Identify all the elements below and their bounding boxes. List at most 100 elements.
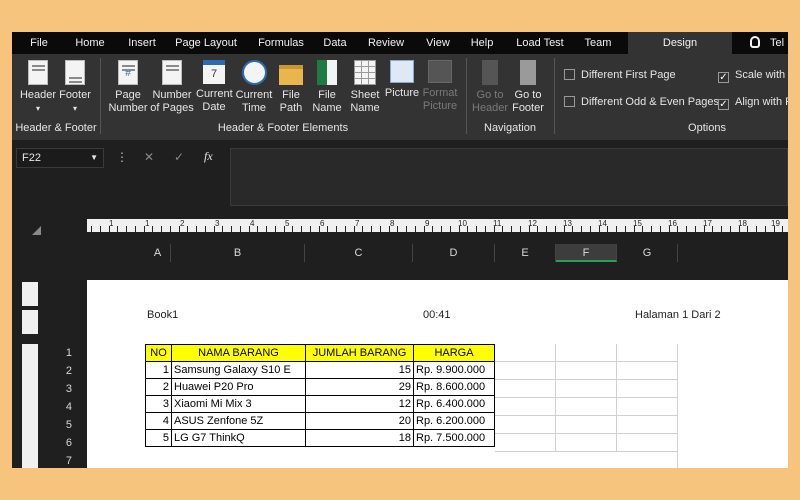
- grid-cell[interactable]: [617, 416, 678, 434]
- align-with-margins-checkbox[interactable]: ✓ Align with P: [718, 96, 788, 110]
- table-cell[interactable]: 3: [145, 395, 172, 413]
- goto-header-button[interactable]: Go to Header: [472, 60, 508, 115]
- footer-button[interactable]: Footer ▾: [58, 60, 92, 115]
- name-box[interactable]: F22 ▼: [16, 148, 104, 168]
- grid-cell[interactable]: [617, 434, 678, 452]
- format-picture-button[interactable]: Format Picture: [420, 60, 460, 113]
- table-cell[interactable]: Rp. 6.200.000: [413, 412, 495, 430]
- table-cell[interactable]: 5: [145, 429, 172, 447]
- table-cell[interactable]: 29: [305, 378, 414, 396]
- grid-cell[interactable]: [556, 434, 617, 452]
- current-date-button[interactable]: 7 Current Date: [196, 60, 233, 114]
- tab-help[interactable]: Help: [468, 32, 496, 54]
- grid-cell[interactable]: [556, 380, 617, 398]
- table-cell[interactable]: 1: [145, 361, 172, 379]
- grid-cell[interactable]: [495, 416, 556, 434]
- column-header-d[interactable]: D: [413, 244, 495, 262]
- table-cell[interactable]: 18: [305, 429, 414, 447]
- tab-page-layout[interactable]: Page Layout: [174, 32, 238, 54]
- grid-row-7[interactable]: [145, 452, 678, 468]
- header-button[interactable]: Header ▾: [18, 60, 58, 115]
- page-layout-sheet[interactable]: Book1 00:41 Halaman 1 Dari 2 NO NAMA BAR…: [87, 280, 788, 468]
- column-header-f[interactable]: F: [556, 244, 617, 262]
- different-odd-even-checkbox[interactable]: Different Odd & Even Pages: [564, 96, 719, 108]
- tab-insert[interactable]: Insert: [124, 32, 160, 54]
- grid-cell[interactable]: [495, 434, 556, 452]
- column-header-g[interactable]: G: [617, 244, 678, 262]
- formula-input[interactable]: [230, 148, 788, 206]
- tab-team[interactable]: Team: [582, 32, 614, 54]
- grid-cell[interactable]: [556, 416, 617, 434]
- table-cell[interactable]: 4: [145, 412, 172, 430]
- tab-formulas[interactable]: Formulas: [255, 32, 307, 54]
- column-header-a[interactable]: A: [145, 244, 171, 262]
- table-cell[interactable]: Rp. 8.600.000: [413, 378, 495, 396]
- grid-cell[interactable]: [556, 362, 617, 380]
- table-cell[interactable]: 2: [145, 378, 172, 396]
- row-header[interactable]: 5: [50, 416, 72, 434]
- table-cell[interactable]: Rp. 6.400.000: [413, 395, 495, 413]
- column-header-c[interactable]: C: [305, 244, 413, 262]
- grid-cell[interactable]: [556, 398, 617, 416]
- current-time-button[interactable]: Current Time: [234, 60, 274, 115]
- table-cell[interactable]: Rp. 7.500.000: [413, 429, 495, 447]
- page-header-left[interactable]: Book1: [147, 309, 178, 321]
- picture-button[interactable]: Picture: [384, 60, 420, 100]
- tab-load-test[interactable]: Load Test: [512, 32, 568, 54]
- sheet-name-button[interactable]: Sheet Name: [348, 60, 382, 115]
- table-header-cell[interactable]: HARGA: [413, 344, 495, 362]
- grid-cell[interactable]: [617, 344, 678, 362]
- table-cell[interactable]: Huawei P20 Pro: [171, 378, 306, 396]
- table-cell[interactable]: Rp. 9.900.000: [413, 361, 495, 379]
- file-path-button[interactable]: File Path: [276, 60, 306, 115]
- grid-cell[interactable]: [617, 380, 678, 398]
- page-header-center[interactable]: 00:41: [423, 309, 451, 321]
- row-header[interactable]: 4: [50, 398, 72, 416]
- tab-review[interactable]: Review: [366, 32, 406, 54]
- row-header[interactable]: 1: [50, 344, 72, 362]
- table-cell[interactable]: ASUS Zenfone 5Z: [171, 412, 306, 430]
- table-cell[interactable]: LG G7 ThinkQ: [171, 429, 306, 447]
- grid-cell[interactable]: [495, 380, 556, 398]
- grid-cell[interactable]: [556, 344, 617, 362]
- column-header-e[interactable]: E: [495, 244, 556, 262]
- tell-me-search[interactable]: Tel: [770, 32, 788, 54]
- tab-file[interactable]: File: [24, 32, 54, 54]
- select-all-corner[interactable]: [32, 226, 41, 235]
- grid-cell[interactable]: [617, 362, 678, 380]
- file-name-button[interactable]: File Name: [310, 60, 344, 115]
- table-cell[interactable]: 12: [305, 395, 414, 413]
- number-of-pages-button[interactable]: Number of Pages: [150, 60, 194, 115]
- table-header-cell[interactable]: NO: [145, 344, 172, 362]
- row-header[interactable]: 7: [50, 452, 72, 468]
- insert-function-icon[interactable]: fx: [204, 149, 213, 164]
- horizontal-ruler[interactable]: 1 1 2 3 4 5 6 7 8 9 10 11 12 13 14 15 16…: [87, 219, 788, 232]
- grid-cell[interactable]: [495, 398, 556, 416]
- goto-footer-button[interactable]: Go to Footer: [510, 60, 546, 115]
- row-header[interactable]: 3: [50, 380, 72, 398]
- table-cell[interactable]: 20: [305, 412, 414, 430]
- page-number-button[interactable]: # Page Number: [108, 60, 148, 115]
- row-header[interactable]: 2: [50, 362, 72, 380]
- cancel-icon[interactable]: ✕: [144, 150, 154, 164]
- grid-cell[interactable]: [495, 362, 556, 380]
- grid-cell[interactable]: [495, 344, 556, 362]
- enter-icon[interactable]: ✓: [174, 150, 184, 164]
- different-first-page-checkbox[interactable]: Different First Page: [564, 69, 676, 81]
- table-cell[interactable]: Xiaomi Mi Mix 3: [171, 395, 306, 413]
- tab-design[interactable]: Design: [628, 32, 732, 54]
- scale-with-document-checkbox[interactable]: ✓ Scale with D: [718, 69, 788, 83]
- more-options-icon[interactable]: ⋮: [116, 150, 128, 164]
- grid-cell[interactable]: [617, 398, 678, 416]
- tab-view[interactable]: View: [423, 32, 453, 54]
- column-header-b[interactable]: B: [171, 244, 305, 262]
- page-header-right[interactable]: Halaman 1 Dari 2: [635, 309, 721, 321]
- table-cell[interactable]: Samsung Galaxy S10 E: [171, 361, 306, 379]
- tab-home[interactable]: Home: [72, 32, 108, 54]
- lightbulb-icon[interactable]: [750, 36, 760, 48]
- row-header[interactable]: 6: [50, 434, 72, 452]
- table-header-cell[interactable]: JUMLAH BARANG: [305, 344, 414, 362]
- table-header-cell[interactable]: NAMA BARANG: [171, 344, 306, 362]
- tab-data[interactable]: Data: [320, 32, 350, 54]
- table-cell[interactable]: 15: [305, 361, 414, 379]
